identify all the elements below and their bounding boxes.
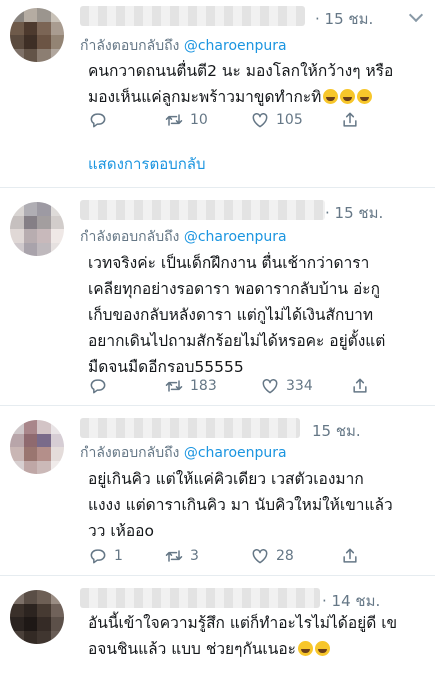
- tweet-text: คนกวาดถนนตื่นตี2 นะ มองโลกให้กว้างๆ หรือ…: [88, 58, 426, 110]
- share-icon: [343, 112, 357, 127]
- share-button[interactable]: [340, 110, 370, 130]
- like-button[interactable]: 334: [260, 376, 350, 396]
- avatar[interactable]: [10, 420, 64, 474]
- retweet-button[interactable]: 183: [164, 376, 260, 396]
- reply-handle-link[interactable]: @charoenpura: [184, 445, 287, 461]
- share-icon: [343, 548, 357, 563]
- like-icon: [262, 378, 278, 394]
- like-icon: [252, 112, 268, 128]
- share-button[interactable]: [350, 376, 380, 396]
- laughing-emoji-icon: [323, 89, 339, 104]
- tweet-1[interactable]: · 15 ชม. กำลังตอบกลับถึง @charoenpura คน…: [0, 0, 435, 188]
- blurred-username[interactable]: [80, 200, 325, 220]
- retweet-icon: [165, 550, 183, 562]
- tweet-text: อยู่เกินคิว แต่ให้แค่คิวเดียว เวสตัวเองม…: [88, 470, 393, 540]
- tweet-time[interactable]: · 15 ชม.: [325, 201, 383, 225]
- tweet-4[interactable]: · 14 ชม. อันนี้เข้าใจความรู้สึก แต่ก็ทำอ…: [0, 576, 435, 696]
- retweet-count: 3: [190, 548, 199, 564]
- like-count: 28: [276, 548, 294, 564]
- reply-icon: [90, 549, 106, 564]
- retweet-button[interactable]: 10: [164, 110, 250, 130]
- avatar[interactable]: [10, 8, 64, 62]
- reply-handle-link[interactable]: @charoenpura: [184, 229, 287, 245]
- chevron-down-icon[interactable]: [408, 7, 424, 23]
- reply-button[interactable]: [88, 110, 164, 130]
- tweet-text: เวทจริงค่ะ เป็นเด็กฝึกงาน ตื่นเช้ากว่าดา…: [88, 254, 386, 376]
- tweet-actions: 1 3 28: [88, 546, 388, 566]
- like-button[interactable]: 28: [250, 546, 340, 566]
- replying-to: กำลังตอบกลับถึง @charoenpura: [80, 35, 287, 57]
- retweet-count: 10: [190, 112, 208, 128]
- tweet-time[interactable]: 15 ชม.: [312, 419, 361, 443]
- like-count: 334: [286, 378, 313, 394]
- like-button[interactable]: 105: [250, 110, 340, 130]
- reply-count: 1: [114, 548, 123, 564]
- like-icon: [252, 548, 268, 564]
- retweet-icon: [165, 380, 183, 392]
- tweet-3[interactable]: 15 ชม. กำลังตอบกลับถึง @charoenpura อยู่…: [0, 406, 435, 576]
- share-icon: [353, 378, 367, 393]
- like-count: 105: [276, 112, 303, 128]
- retweet-button[interactable]: 3: [164, 546, 250, 566]
- show-replies-link[interactable]: แสดงการตอบกลับ: [88, 152, 206, 176]
- laughing-emoji-icon: [357, 89, 373, 104]
- reply-button[interactable]: 1: [88, 546, 164, 566]
- replying-to: กำลังตอบกลับถึง @charoenpura: [80, 442, 287, 464]
- reply-prefix: กำลังตอบกลับถึง: [80, 38, 180, 54]
- grinning-emoji-icon: [297, 641, 313, 656]
- replying-to: กำลังตอบกลับถึง @charoenpura: [80, 226, 287, 248]
- avatar[interactable]: [10, 590, 64, 644]
- retweet-icon: [165, 114, 183, 126]
- grinning-emoji-icon: [314, 641, 330, 656]
- blurred-username[interactable]: [80, 6, 305, 26]
- tweet-text-content: อันนี้เข้าใจความรู้สึก แต่ก็ทำอะไรไม่ได้…: [88, 614, 398, 658]
- tweet-time[interactable]: · 15 ชม.: [315, 7, 373, 31]
- tweet-actions: 183 334: [88, 376, 388, 396]
- blurred-username[interactable]: [80, 588, 320, 608]
- avatar[interactable]: [10, 202, 64, 256]
- blurred-username[interactable]: [80, 418, 300, 438]
- tweet-2[interactable]: · 15 ชม. กำลังตอบกลับถึง @charoenpura เว…: [0, 188, 435, 406]
- reply-prefix: กำลังตอบกลับถึง: [80, 229, 180, 245]
- share-button[interactable]: [340, 546, 370, 566]
- tweet-text: อันนี้เข้าใจความรู้สึก แต่ก็ทำอะไรไม่ได้…: [88, 610, 426, 662]
- reply-handle-link[interactable]: @charoenpura: [184, 38, 287, 54]
- laughing-emoji-icon: [340, 89, 356, 104]
- reply-icon: [90, 379, 106, 394]
- reply-button[interactable]: [88, 376, 164, 396]
- retweet-count: 183: [190, 378, 217, 394]
- reply-prefix: กำลังตอบกลับถึง: [80, 445, 180, 461]
- reply-icon: [90, 113, 106, 128]
- tweet-actions: 10 105: [88, 110, 388, 130]
